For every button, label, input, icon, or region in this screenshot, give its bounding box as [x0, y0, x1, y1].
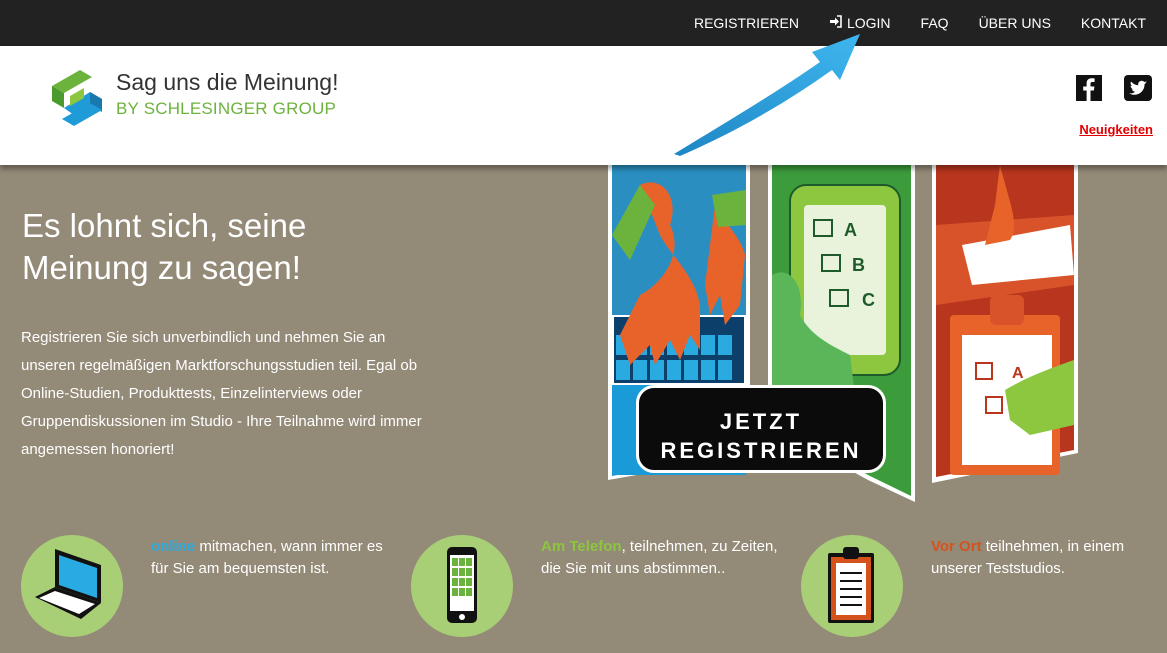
nav-about-link[interactable]: ÜBER UNS — [979, 15, 1051, 31]
feature-online-highlight: online — [151, 538, 196, 555]
facebook-icon[interactable] — [1076, 75, 1102, 101]
phone-option-c: C — [862, 290, 875, 310]
nav-login-label: LOGIN — [846, 15, 891, 31]
nav-faq-link[interactable]: FAQ — [921, 15, 949, 31]
nav-register-link[interactable]: REGISTRIEREN — [694, 15, 799, 31]
twitter-icon[interactable] — [1124, 75, 1152, 101]
clipboard-option-a: A — [1012, 365, 1024, 382]
cta-line2: REGISTRIEREN — [660, 437, 862, 463]
laptop-icon — [21, 535, 123, 637]
nav-contact-link[interactable]: KONTAKT — [1081, 15, 1146, 31]
feature-online-text: online mitmachen, wann immer es für Sie … — [151, 536, 391, 580]
phone-option-a: A — [844, 220, 857, 240]
hero-title: Es lohnt sich, seine Meinung zu sagen! — [22, 205, 442, 289]
nav-login-link[interactable]: LOGIN — [829, 15, 891, 31]
clipboard-icon — [801, 535, 903, 637]
logo-subtitle: BY SCHLESINGER GROUP — [116, 99, 337, 118]
phone-option-b: B — [852, 255, 865, 275]
logo-icon[interactable] — [50, 68, 104, 128]
register-now-button[interactable]: JETZT REGISTRIEREN — [636, 385, 886, 473]
feature-phone-highlight: Am Telefon — [541, 538, 622, 555]
hero-title-line1: Es lohnt sich, seine — [22, 207, 307, 244]
cta-line1: JETZT — [719, 408, 803, 434]
top-bar: REGISTRIEREN LOGIN FAQ ÜBER UNS KONTAKT — [0, 0, 1167, 46]
feature-phone-text: Am Telefon, teilnehmen, zu Zeiten, die S… — [541, 536, 781, 580]
hero-description: Registrieren Sie sich unverbindlich und … — [21, 329, 422, 458]
hero-title-line2: Meinung zu sagen! — [22, 249, 301, 286]
site-header: Sag uns die Meinung! BY SCHLESINGER GROU… — [0, 46, 1167, 165]
logo-title: Sag uns die Meinung! — [116, 69, 339, 95]
news-link[interactable]: Neuigkeiten — [1079, 122, 1153, 137]
mobile-phone-icon — [411, 535, 513, 637]
sign-in-icon — [829, 15, 842, 31]
feature-onsite-highlight: Vor Ort — [931, 538, 982, 555]
arrow-annotation — [670, 30, 870, 160]
feature-onsite-text: Vor Ort teilnehmen, in einem unserer Tes… — [931, 536, 1167, 580]
